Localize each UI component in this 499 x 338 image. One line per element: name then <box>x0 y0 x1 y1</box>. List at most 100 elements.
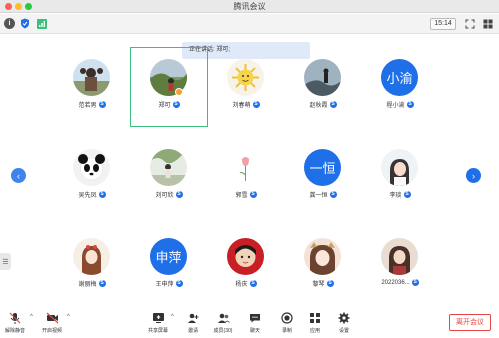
participant-tile[interactable]: 谢丽梅 S <box>53 226 131 306</box>
participant-name: 郑可 <box>158 103 171 109</box>
avatar-text: 申萍 <box>150 238 187 275</box>
camera-off-icon <box>45 311 59 325</box>
fullscreen-icon[interactable] <box>464 18 475 29</box>
participant-tile[interactable]: 郭雪 S <box>207 137 285 217</box>
chevron-right-icon: › <box>472 170 475 181</box>
host-badge-icon: S <box>411 279 419 286</box>
shield-icon[interactable] <box>19 18 30 29</box>
window-titlebar: 腾讯会议 <box>0 0 499 13</box>
host-badge-icon: S <box>329 191 337 198</box>
participant-name: 刘可欣 <box>155 193 174 199</box>
share-screen-label: 共享屏幕 <box>147 328 168 334</box>
participant-name: 刘春萌 <box>232 103 251 109</box>
participant-name: 吴先凤 <box>78 193 97 199</box>
avatar <box>227 238 264 275</box>
chat-button[interactable]: 聊天 <box>240 308 270 336</box>
participant-name: 2022036... <box>381 279 410 286</box>
mute-label: 解除静音 <box>4 328 25 334</box>
chevron-left-icon: ‹ <box>17 170 20 181</box>
avatar <box>304 59 341 96</box>
members-button[interactable]: 成员(30) <box>208 308 238 336</box>
signal-icon[interactable] <box>36 18 47 29</box>
participant-name: 范若男 <box>78 103 97 109</box>
side-panel-toggle[interactable]: ☰ <box>0 253 11 270</box>
mute-button[interactable]: 解除静音 <box>0 308 30 336</box>
avatar <box>73 59 110 96</box>
avatar <box>150 149 187 186</box>
previous-page-button[interactable]: ‹ <box>11 168 26 183</box>
meeting-timer: 15:14 <box>430 18 456 30</box>
avatar <box>73 149 110 186</box>
settings-button[interactable]: 设置 <box>329 308 359 336</box>
invite-button[interactable]: 邀请 <box>178 308 208 336</box>
participant-name: 王申萍 <box>155 282 174 288</box>
members-icon <box>216 311 230 325</box>
window-title: 腾讯会议 <box>233 2 266 11</box>
host-badge-icon: S <box>406 101 414 108</box>
participant-tile[interactable]: 刘春萌 S <box>207 47 285 127</box>
leave-meeting-button[interactable]: 离开会议 <box>449 314 491 331</box>
participant-name: 龚一恒 <box>309 193 328 199</box>
participant-tile[interactable]: 范若男 S <box>53 47 131 127</box>
menu-lines-icon: ☰ <box>2 258 9 266</box>
share-options-caret-icon[interactable]: ^ <box>171 314 174 320</box>
apps-button[interactable]: 应用 <box>300 308 330 336</box>
avatar <box>73 238 110 275</box>
participant-tile[interactable]: 杨庆 S <box>207 226 285 306</box>
avatar <box>381 149 418 186</box>
host-badge-icon: S <box>175 191 183 198</box>
participant-name: 赵秋霞 <box>309 103 328 109</box>
host-badge-icon: S <box>172 101 180 108</box>
participant-name: 黎琴 <box>312 282 325 288</box>
participant-tile[interactable]: 刘可欣 S <box>130 137 208 217</box>
participant-tile[interactable]: 李琰 S <box>361 137 439 217</box>
video-options-caret-icon[interactable]: ^ <box>67 314 70 320</box>
participant-name: 李琰 <box>389 193 402 199</box>
record-label: 录制 <box>281 328 292 334</box>
apps-label: 应用 <box>309 328 320 334</box>
info-icon[interactable]: i <box>4 18 15 29</box>
host-badge-icon: S <box>403 191 411 198</box>
participant-tile[interactable]: 申萍 王申萍 S <box>130 226 208 306</box>
share-screen-button[interactable]: 共享屏幕 <box>143 308 173 336</box>
participant-tile[interactable]: 赵秋霞 S <box>284 47 362 127</box>
bottom-control-bar: 解除静音 ^ 开启视频 ^ 共享屏幕 ^ 邀请 成员(30) 聊天 录制 应用 … <box>0 306 499 338</box>
grid-view-icon[interactable] <box>482 18 493 29</box>
avatar <box>227 149 264 186</box>
host-badge-icon: S <box>98 101 106 108</box>
participant-tile[interactable]: 一恒 龚一恒 S <box>284 137 362 217</box>
apps-grid-icon <box>308 311 322 325</box>
video-label: 开启视频 <box>41 328 62 334</box>
members-label: 成员(30) <box>213 328 233 334</box>
chat-icon <box>248 311 262 325</box>
participant-tile[interactable]: 黎琴 S <box>284 226 362 306</box>
record-icon <box>280 311 294 325</box>
gear-icon <box>337 311 351 325</box>
participant-tile-active[interactable]: 郑可 S <box>130 47 208 127</box>
mute-options-caret-icon[interactable]: ^ <box>30 314 33 320</box>
host-badge-icon: S <box>175 280 183 287</box>
avatar <box>381 238 418 275</box>
participant-name: 郭雪 <box>235 193 248 199</box>
add-user-icon <box>186 311 200 325</box>
host-badge-icon: S <box>329 101 337 108</box>
participant-name: 谢丽梅 <box>78 282 97 288</box>
settings-label: 设置 <box>338 328 349 334</box>
avatar <box>304 238 341 275</box>
participant-tile[interactable]: 2022036... S <box>361 226 439 306</box>
share-screen-icon <box>151 311 165 325</box>
participant-name: 杨庆 <box>235 282 248 288</box>
host-badge-icon: S <box>326 280 334 287</box>
participant-tile[interactable]: 小渝 程小渝 S <box>361 47 439 127</box>
host-badge-icon: S <box>249 280 257 287</box>
record-button[interactable]: 录制 <box>272 308 302 336</box>
video-button[interactable]: 开启视频 <box>37 308 67 336</box>
host-badge-icon: S <box>252 101 260 108</box>
participant-tile[interactable]: 吴先凤 S <box>53 137 131 217</box>
next-page-button[interactable]: › <box>466 168 481 183</box>
meeting-toolbar: i 15:14 <box>0 14 499 34</box>
chat-label: 聊天 <box>249 328 260 334</box>
speaking-mic-icon <box>175 88 183 96</box>
invite-label: 邀请 <box>187 328 198 334</box>
host-badge-icon: S <box>98 191 106 198</box>
